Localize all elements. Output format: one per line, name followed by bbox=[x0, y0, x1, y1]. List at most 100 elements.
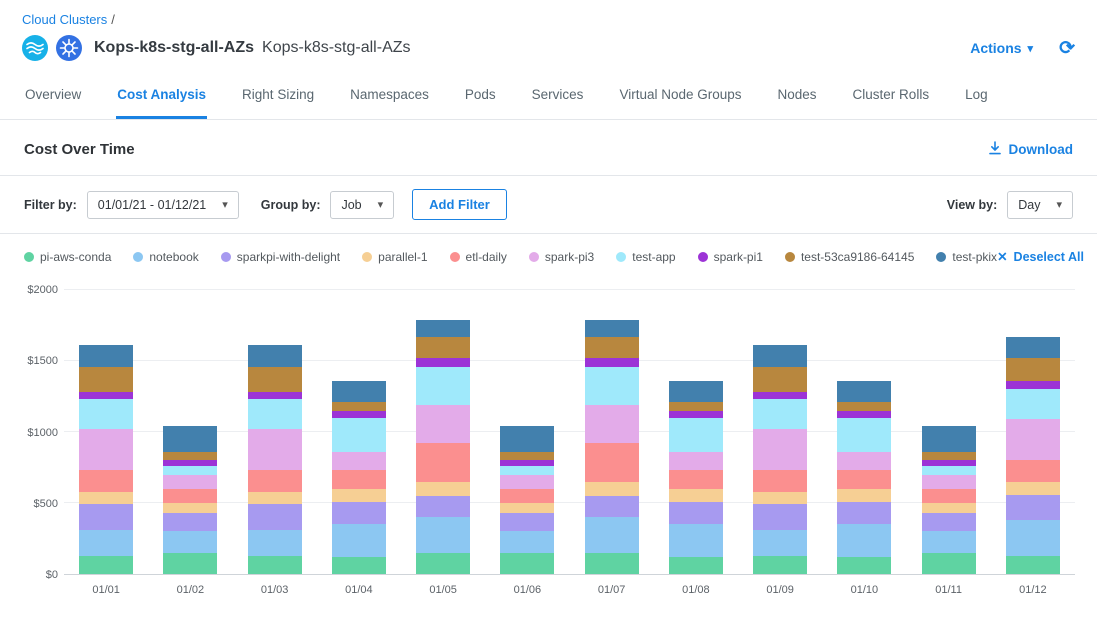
y-axis-label: $2000 bbox=[27, 284, 58, 296]
chevron-down-icon: ▾ bbox=[378, 198, 384, 211]
legend-label: notebook bbox=[149, 250, 198, 264]
deselect-all-button[interactable]: ✕ Deselect All bbox=[997, 249, 1084, 264]
legend-item-pi-aws-conda[interactable]: pi-aws-conda bbox=[24, 250, 111, 264]
add-filter-button[interactable]: Add Filter bbox=[412, 189, 507, 220]
legend-item-notebook[interactable]: notebook bbox=[133, 250, 198, 264]
bar-segment-test-app bbox=[585, 367, 639, 405]
legend-label: spark-pi3 bbox=[545, 250, 594, 264]
bar-segment-test-pkix bbox=[922, 426, 976, 452]
legend-item-test-pkix[interactable]: test-pkix bbox=[936, 250, 997, 264]
bar-segment-test-53ca9186-64145 bbox=[500, 452, 554, 461]
bar-segment-parallel-1 bbox=[416, 482, 470, 496]
tab-services[interactable]: Services bbox=[531, 73, 585, 119]
kubernetes-logo-icon bbox=[56, 35, 82, 61]
stacked-bar-01/02[interactable] bbox=[163, 290, 217, 574]
legend-item-test-app[interactable]: test-app bbox=[616, 250, 675, 264]
bar-segment-spark-pi3 bbox=[585, 405, 639, 443]
stacked-bar-01/10[interactable] bbox=[837, 290, 891, 574]
bar-segment-test-53ca9186-64145 bbox=[163, 452, 217, 461]
stacked-bar-01/07[interactable] bbox=[585, 290, 639, 574]
x-axis-label: 01/01 bbox=[64, 584, 148, 596]
bar-segment-test-53ca9186-64145 bbox=[416, 337, 470, 358]
bar-segment-test-app bbox=[248, 399, 302, 429]
bar-segment-parallel-1 bbox=[500, 503, 554, 513]
bar-segment-test-53ca9186-64145 bbox=[332, 402, 386, 411]
bar-slot bbox=[738, 290, 822, 574]
bar-segment-test-53ca9186-64145 bbox=[837, 402, 891, 411]
tab-virtual-node-groups[interactable]: Virtual Node Groups bbox=[618, 73, 742, 119]
bar-segment-test-53ca9186-64145 bbox=[79, 367, 133, 393]
tab-cluster-rolls[interactable]: Cluster Rolls bbox=[852, 73, 931, 119]
bar-segment-spark-pi1 bbox=[837, 411, 891, 418]
stacked-bar-01/05[interactable] bbox=[416, 290, 470, 574]
bar-segment-spark-pi3 bbox=[163, 475, 217, 489]
bar-segment-test-pkix bbox=[416, 320, 470, 337]
tab-namespaces[interactable]: Namespaces bbox=[349, 73, 430, 119]
bar-segment-notebook bbox=[79, 530, 133, 556]
bar-segment-notebook bbox=[332, 524, 386, 557]
tab-cost-analysis[interactable]: Cost Analysis bbox=[116, 73, 207, 119]
legend-item-spark-pi3[interactable]: spark-pi3 bbox=[529, 250, 594, 264]
close-icon: ✕ bbox=[997, 249, 1007, 264]
bar-segment-test-pkix bbox=[500, 426, 554, 452]
tab-pods[interactable]: Pods bbox=[464, 73, 497, 119]
legend-item-etl-daily[interactable]: etl-daily bbox=[450, 250, 507, 264]
legend-label: test-app bbox=[632, 250, 675, 264]
bar-slot bbox=[148, 290, 232, 574]
breadcrumb-link[interactable]: Cloud Clusters bbox=[22, 12, 107, 27]
stacked-bar-01/04[interactable] bbox=[332, 290, 386, 574]
bar-segment-sparkpi-with-delight bbox=[248, 504, 302, 530]
x-axis-label: 01/08 bbox=[654, 584, 738, 596]
tab-overview[interactable]: Overview bbox=[24, 73, 82, 119]
bar-segment-pi-aws-conda bbox=[79, 556, 133, 574]
bar-segment-spark-pi3 bbox=[332, 452, 386, 470]
bar-segment-notebook bbox=[585, 517, 639, 553]
stacked-bar-01/09[interactable] bbox=[753, 290, 807, 574]
group-by-label: Group by: bbox=[261, 198, 321, 212]
bar-segment-pi-aws-conda bbox=[500, 553, 554, 574]
bar-segment-spark-pi1 bbox=[585, 358, 639, 367]
stacked-bar-01/06[interactable] bbox=[500, 290, 554, 574]
tab-log[interactable]: Log bbox=[964, 73, 989, 119]
bar-slot bbox=[654, 290, 738, 574]
refresh-icon[interactable]: ⟳ bbox=[1059, 39, 1075, 58]
legend-item-spark-pi1[interactable]: spark-pi1 bbox=[698, 250, 763, 264]
bar-segment-test-53ca9186-64145 bbox=[1006, 358, 1060, 381]
stacked-bar-01/12[interactable] bbox=[1006, 290, 1060, 574]
view-by-select[interactable]: Day ▾ bbox=[1007, 191, 1073, 219]
stacked-bar-01/03[interactable] bbox=[248, 290, 302, 574]
bar-segment-etl-daily bbox=[79, 470, 133, 491]
ocean-logo-icon bbox=[22, 35, 48, 61]
legend-item-parallel-1[interactable]: parallel-1 bbox=[362, 250, 427, 264]
actions-button[interactable]: Actions ▾ bbox=[970, 40, 1033, 56]
bar-segment-test-pkix bbox=[163, 426, 217, 452]
legend-label: parallel-1 bbox=[378, 250, 427, 264]
page-header: Kops-k8s-stg-all-AZs Kops-k8s-stg-all-AZ… bbox=[0, 27, 1097, 73]
stacked-bar-01/08[interactable] bbox=[669, 290, 723, 574]
bar-segment-etl-daily bbox=[248, 470, 302, 491]
group-by-select[interactable]: Job ▾ bbox=[330, 191, 394, 219]
y-axis: $0$500$1000$1500$2000 bbox=[22, 290, 60, 575]
tab-nodes[interactable]: Nodes bbox=[777, 73, 818, 119]
bar-segment-etl-daily bbox=[416, 443, 470, 481]
bar-segment-parallel-1 bbox=[669, 489, 723, 502]
bar-segment-spark-pi1 bbox=[79, 392, 133, 399]
legend-items: pi-aws-conda notebook sparkpi-with-delight… bbox=[24, 250, 997, 264]
stacked-bar-01/01[interactable] bbox=[79, 290, 133, 574]
bar-segment-parallel-1 bbox=[163, 503, 217, 513]
stacked-bar-01/11[interactable] bbox=[922, 290, 976, 574]
bar-segment-pi-aws-conda bbox=[837, 557, 891, 574]
bar-slot bbox=[401, 290, 485, 574]
bar-slot bbox=[991, 290, 1075, 574]
tab-right-sizing[interactable]: Right Sizing bbox=[241, 73, 315, 119]
download-button[interactable]: Download bbox=[988, 141, 1074, 158]
legend: pi-aws-conda notebook sparkpi-with-delight… bbox=[0, 234, 1097, 272]
tab-bar: Overview Cost Analysis Right Sizing Name… bbox=[0, 73, 1097, 120]
bar-segment-notebook bbox=[248, 530, 302, 556]
date-range-select[interactable]: 01/01/21 - 01/12/21 ▾ bbox=[87, 191, 239, 219]
legend-item-sparkpi-with-delight[interactable]: sparkpi-with-delight bbox=[221, 250, 340, 264]
chart-plot bbox=[64, 290, 1075, 575]
legend-item-test-53ca9186-64145[interactable]: test-53ca9186-64145 bbox=[785, 250, 914, 264]
legend-dot-icon bbox=[616, 252, 626, 262]
bar-segment-sparkpi-with-delight bbox=[332, 502, 386, 525]
